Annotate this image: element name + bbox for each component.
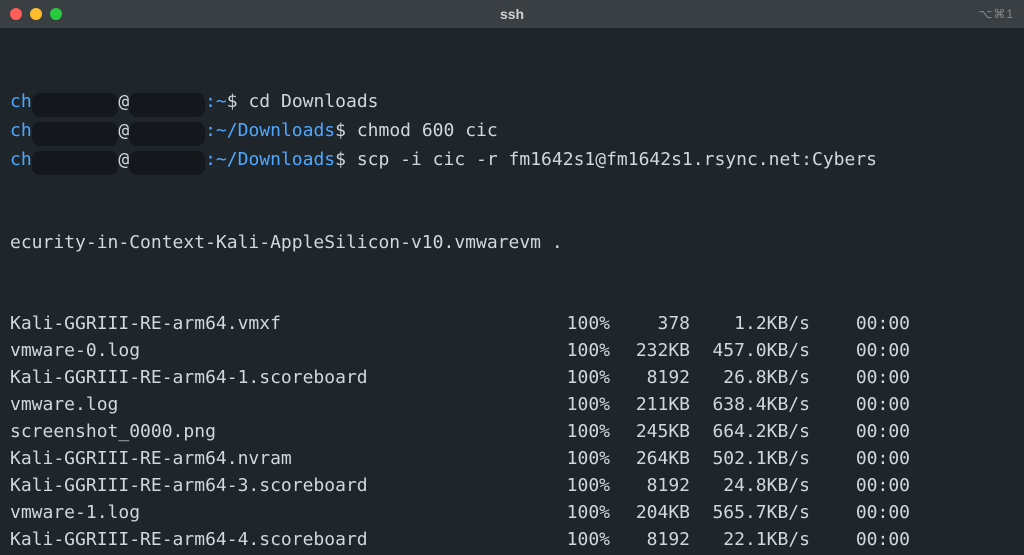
transfer-eta	[910, 391, 966, 418]
transfer-row: Kali-GGRIII-RE-arm64-1.scoreboard100% 81…	[10, 364, 1014, 391]
redacted-host: _______	[129, 151, 205, 175]
transfer-size: 8192	[610, 472, 690, 499]
transfer-percent: 100%	[550, 526, 610, 553]
transfer-row: Kali-GGRIII-RE-arm64-4.scoreboard100% 81…	[10, 526, 1014, 553]
transfer-eta	[910, 418, 966, 445]
terminal-output[interactable]: ch________@_______:~$ cd Downloadsch____…	[0, 28, 1024, 555]
transfer-time: 00:00	[810, 526, 910, 553]
transfer-row: screenshot_0000.png100%245KB664.2KB/s00:…	[10, 418, 1014, 445]
transfer-percent: 100%	[550, 472, 610, 499]
transfer-row: vmware-0.log100%232KB457.0KB/s00:00	[10, 337, 1014, 364]
prompt-path: :~/Downloads	[205, 120, 335, 141]
prompt-line: ch________@_______:~$ cd Downloads	[10, 88, 1014, 117]
transfer-eta	[910, 499, 966, 526]
transfer-filename: Kali-GGRIII-RE-arm64.nvram	[10, 445, 550, 472]
transfer-filename: Kali-GGRIII-RE-arm64-3.scoreboard	[10, 472, 550, 499]
transfer-time: 00:00	[810, 364, 910, 391]
redacted-username: ________	[32, 93, 119, 117]
transfer-size: 8192	[610, 364, 690, 391]
transfer-size: 245KB	[610, 418, 690, 445]
transfer-rate: 638.4KB/s	[690, 391, 810, 418]
transfer-filename: vmware.log	[10, 391, 550, 418]
transfer-time: 00:00	[810, 499, 910, 526]
transfer-percent: 100%	[550, 418, 610, 445]
command-wrap-line: ecurity-in-Context-Kali-AppleSilicon-v10…	[10, 229, 1014, 256]
redacted-username: ________	[32, 122, 119, 146]
transfer-rate: 26.8KB/s	[690, 364, 810, 391]
transfer-size: 204KB	[610, 499, 690, 526]
command-text: cd Downloads	[248, 91, 378, 112]
transfer-filename: Kali-GGRIII-RE-arm64-4.scoreboard	[10, 526, 550, 553]
transfer-filename: screenshot_0000.png	[10, 418, 550, 445]
transfer-rate: 457.0KB/s	[690, 337, 810, 364]
transfer-percent: 100%	[550, 499, 610, 526]
redacted-host: _______	[129, 93, 205, 117]
prompt-path: :~/Downloads	[205, 149, 335, 170]
prompt-at: @	[118, 149, 129, 170]
prompt-user: ch	[10, 91, 32, 112]
transfer-rate: 22.1KB/s	[690, 526, 810, 553]
transfer-rate: 502.1KB/s	[690, 445, 810, 472]
transfer-size: 8192	[610, 526, 690, 553]
transfer-percent: 100%	[550, 391, 610, 418]
transfer-filename: vmware-0.log	[10, 337, 550, 364]
prompt-sigil: $	[335, 120, 357, 141]
prompt-sigil: $	[335, 149, 357, 170]
transfer-time: 00:00	[810, 418, 910, 445]
transfer-row: Kali-GGRIII-RE-arm64-3.scoreboard100% 81…	[10, 472, 1014, 499]
transfer-time: 00:00	[810, 445, 910, 472]
redacted-username: ________	[32, 151, 119, 175]
command-text: chmod 600 cic	[357, 120, 498, 141]
transfer-rate: 1.2KB/s	[690, 310, 810, 337]
transfer-percent: 100%	[550, 364, 610, 391]
transfer-percent: 100%	[550, 337, 610, 364]
transfer-time: 00:00	[810, 337, 910, 364]
prompt-at: @	[118, 91, 129, 112]
prompt-path: :~	[205, 91, 227, 112]
transfer-size: 211KB	[610, 391, 690, 418]
transfer-size: 378	[610, 310, 690, 337]
transfer-size: 264KB	[610, 445, 690, 472]
transfer-percent: 100%	[550, 310, 610, 337]
transfer-row: vmware.log100%211KB638.4KB/s00:00	[10, 391, 1014, 418]
transfer-filename: Kali-GGRIII-RE-arm64.vmxf	[10, 310, 550, 337]
transfer-eta	[910, 364, 966, 391]
transfer-rate: 24.8KB/s	[690, 472, 810, 499]
transfer-eta	[910, 310, 966, 337]
transfer-row: Kali-GGRIII-RE-arm64.nvram100%264KB502.1…	[10, 445, 1014, 472]
prompt-at: @	[118, 120, 129, 141]
transfer-time: 00:00	[810, 310, 910, 337]
transfer-eta	[910, 337, 966, 364]
transfer-time: 00:00	[810, 391, 910, 418]
command-text: scp -i cic -r fm1642s1@fm1642s1.rsync.ne…	[357, 149, 877, 170]
transfer-percent: 100%	[550, 445, 610, 472]
transfer-eta	[910, 526, 966, 553]
redacted-host: _______	[129, 122, 205, 146]
transfer-row: Kali-GGRIII-RE-arm64.vmxf100% 3781.2KB/s…	[10, 310, 1014, 337]
prompt-sigil: $	[227, 91, 249, 112]
transfer-rate: 664.2KB/s	[690, 418, 810, 445]
transfer-rate: 565.7KB/s	[690, 499, 810, 526]
transfer-time: 00:00	[810, 472, 910, 499]
window-title: ssh	[0, 1, 1024, 28]
transfer-eta	[910, 472, 966, 499]
transfer-size: 232KB	[610, 337, 690, 364]
window-titlebar: ssh ⌥⌘1	[0, 0, 1024, 28]
prompt-user: ch	[10, 149, 32, 170]
transfer-filename: vmware-1.log	[10, 499, 550, 526]
prompt-user: ch	[10, 120, 32, 141]
transfer-row: vmware-1.log100%204KB565.7KB/s00:00	[10, 499, 1014, 526]
transfer-eta	[910, 445, 966, 472]
prompt-line: ch________@_______:~/Downloads$ scp -i c…	[10, 146, 1014, 175]
prompt-line: ch________@_______:~/Downloads$ chmod 60…	[10, 117, 1014, 146]
transfer-filename: Kali-GGRIII-RE-arm64-1.scoreboard	[10, 364, 550, 391]
